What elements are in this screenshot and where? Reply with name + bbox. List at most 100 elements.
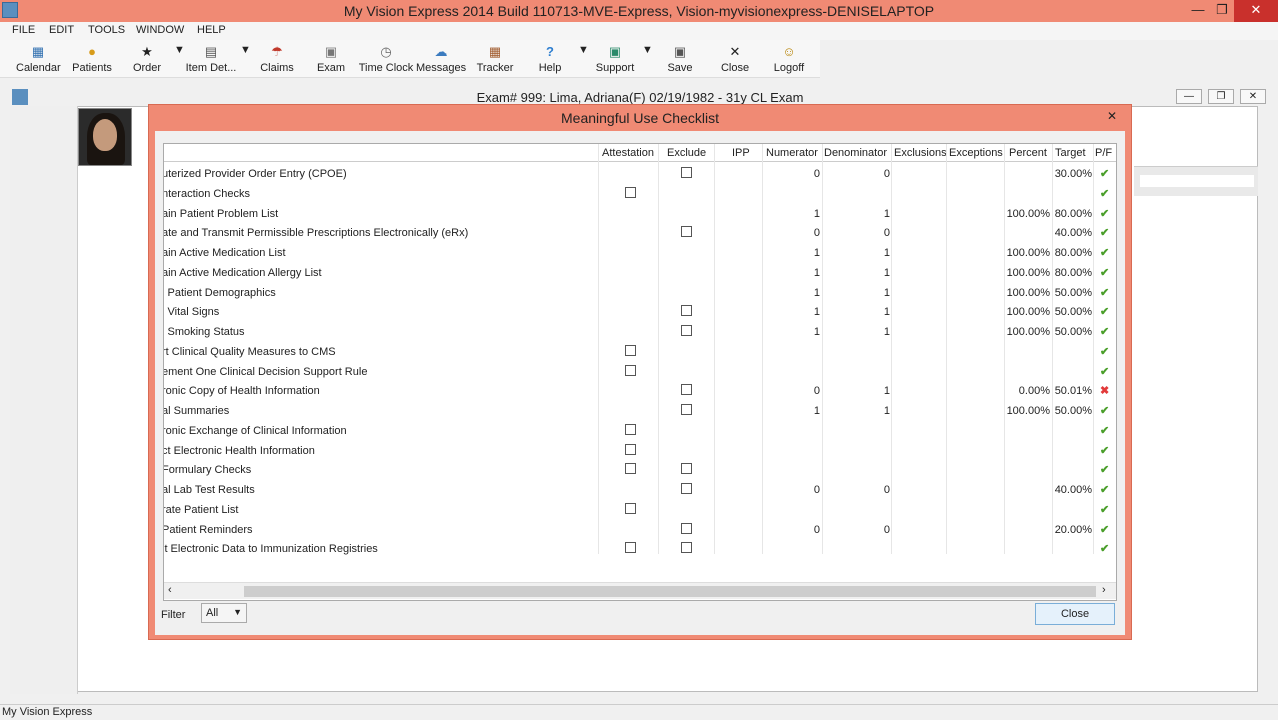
menu-window[interactable]: WINDOW (136, 24, 184, 36)
exam-close-icon[interactable]: ✕ (1240, 89, 1266, 104)
exam-right-field[interactable] (1140, 175, 1254, 187)
table-row[interactable]: ain Active Medication Allergy List 1 1 100.… (164, 263, 1116, 283)
exclude-checkbox[interactable] (681, 483, 692, 494)
col-pf[interactable]: P/F (1095, 147, 1112, 159)
col-percent[interactable]: Percent (1009, 147, 1047, 159)
toolbar-item-detail-button[interactable]: ▤ Item Det... (184, 44, 238, 74)
table-row[interactable]: uterized Provider Order Entry (CPOE) 0 0 30… (164, 164, 1116, 184)
col-denominator[interactable]: Denominator (824, 147, 887, 159)
table-row[interactable]: rate Patient List ✔ (164, 500, 1116, 520)
restore-icon[interactable]: ❐ (1210, 0, 1234, 22)
table-row[interactable]: ate and Transmit Permissible Prescriptio… (164, 223, 1116, 243)
attestation-checkbox[interactable] (625, 186, 636, 198)
exclude-checkbox[interactable] (681, 463, 692, 475)
toolbar-time-clock-button[interactable]: ◷ Time Clock (358, 44, 414, 74)
table-row[interactable]: it Electronic Data to Immunization Regis… (164, 539, 1116, 559)
toolbar-exam-button[interactable]: ▣ Exam (314, 44, 348, 74)
col-exclusions[interactable]: Exclusions (894, 147, 947, 159)
window-close-icon[interactable]: ✕ (1234, 0, 1278, 22)
exclude-checkbox[interactable] (681, 404, 692, 415)
menu-edit[interactable]: EDIT (49, 24, 74, 36)
row-percent: 100.00% (1006, 247, 1050, 259)
dialog-close-icon[interactable]: ✕ (1099, 107, 1125, 125)
support-dropdown-icon[interactable]: ▼ (642, 44, 653, 56)
row-measure-name: al Lab Test Results (163, 484, 255, 496)
row-target: 50.00% (1054, 286, 1092, 299)
col-exclude[interactable]: Exclude (667, 147, 706, 159)
menu-tools[interactable]: TOOLS (88, 24, 125, 36)
table-row[interactable]: ronic Exchange of Clinical Information ✔ (164, 421, 1116, 441)
table-row[interactable]: ain Active Medication List 1 1 100.00% 80.00… (164, 243, 1116, 263)
menu-file[interactable]: FILE (12, 24, 35, 36)
toolbar-patients-button[interactable]: ● Patients (70, 44, 114, 74)
scroll-left-icon[interactable]: ‹ (168, 584, 172, 596)
claims-icon: ☂ (271, 44, 283, 59)
toolbar-label: Order (132, 62, 162, 74)
col-target[interactable]: Target (1055, 147, 1086, 159)
table-row[interactable]: l Smoking Status 1 1 100.00% 50.00% ✔ (164, 322, 1116, 342)
row-percent: 100.00% (1006, 286, 1050, 299)
toolbar-tracker-button[interactable]: ▦ Tracker (476, 44, 514, 74)
table-row[interactable]: l Patient Demographics 1 1 100.00% 50.00% ✔ (164, 283, 1116, 303)
table-row[interactable]: al Lab Test Results 0 0 40.00% ✔ (163, 480, 1116, 500)
row-denominator: 1 (883, 207, 890, 220)
attestation-checkbox[interactable] (625, 364, 636, 376)
table-row[interactable]: l Vital Signs 1 1 100.00% 50.00% ✔ (164, 302, 1116, 322)
item-detail-dropdown-icon[interactable]: ▼ (240, 44, 251, 56)
toolbar-close-button[interactable]: ✕ Close (720, 44, 750, 74)
attestation-checkbox[interactable] (625, 423, 636, 435)
attestation-checkbox[interactable] (625, 502, 636, 514)
col-numerator[interactable]: Numerator (766, 147, 818, 159)
col-attestation[interactable]: Attestation (602, 147, 654, 159)
patients-icon: ● (88, 44, 96, 59)
toolbar-save-button[interactable]: ▣ Save (666, 44, 694, 74)
status-text: My Vision Express (2, 706, 93, 718)
attestation-checkbox[interactable] (625, 443, 636, 455)
table-row[interactable]: ain Patient Problem List 1 1 100.00% 80.00% ✔ (164, 204, 1116, 224)
exclude-checkbox[interactable] (681, 305, 692, 317)
row-measure-name: Patient Reminders (163, 523, 253, 536)
toolbar-label: Close (720, 62, 750, 74)
toolbar-logoff-button[interactable]: ☺ Logoff (772, 44, 806, 74)
exclude-checkbox[interactable] (681, 542, 692, 554)
dialog-close-button[interactable]: Close (1035, 603, 1115, 625)
exclude-checkbox[interactable] (681, 226, 692, 238)
table-row[interactable]: rt Clinical Quality Measures to CMS ✔ (164, 342, 1116, 362)
exclude-checkbox[interactable] (681, 522, 692, 534)
filter-select[interactable]: All ▼ (201, 603, 247, 623)
col-ipp[interactable]: IPP (732, 147, 750, 159)
exclude-checkbox[interactable] (681, 384, 692, 396)
col-exceptions[interactable]: Exceptions (949, 147, 1003, 159)
exam-restore-icon[interactable]: ❐ (1208, 89, 1234, 104)
toolbar-messages-button[interactable]: ☁ Messages (416, 44, 466, 74)
toolbar-help-button[interactable]: ? Help (536, 44, 564, 74)
minimize-icon[interactable]: — (1186, 0, 1210, 22)
exclude-checkbox[interactable] (681, 167, 692, 178)
exclude-checkbox[interactable] (681, 325, 692, 336)
pass-checkmark-icon: ✔ (1100, 187, 1110, 200)
toolbar-calendar-button[interactable]: ▦ Calendar (16, 44, 61, 74)
table-row[interactable]: ct Electronic Health Information ✔ (164, 441, 1116, 461)
toolbar-support-button[interactable]: ▣ Support (594, 44, 636, 74)
toolbar-claims-button[interactable]: ☂ Claims (258, 44, 296, 74)
toolbar-order-button[interactable]: ★ Order (130, 44, 164, 74)
chevron-down-icon: ▼ (233, 607, 242, 617)
scrollbar-thumb[interactable] (244, 586, 1096, 597)
toolbar-label: Tracker (476, 62, 514, 74)
fail-x-icon: ✖ (1100, 385, 1110, 398)
table-row[interactable]: Formulary Checks ✔ (164, 460, 1116, 480)
attestation-checkbox[interactable] (625, 463, 636, 475)
attestation-checkbox[interactable] (625, 344, 636, 356)
exam-minimize-icon[interactable]: — (1176, 89, 1202, 104)
help-dropdown-icon[interactable]: ▼ (578, 44, 589, 56)
table-row[interactable]: al Summaries 1 1 100.00% 50.00% ✔ (164, 401, 1116, 421)
attestation-checkbox[interactable] (625, 542, 636, 554)
menu-help[interactable]: HELP (197, 24, 226, 36)
table-row[interactable]: nteraction Checks ✔ (164, 184, 1116, 204)
scroll-right-icon[interactable]: › (1102, 584, 1106, 596)
horizontal-scrollbar[interactable]: ‹ › (164, 582, 1116, 599)
table-row[interactable]: ronic Copy of Health Information 0 1 0.00% 5… (164, 381, 1116, 401)
row-target: 80.00% (1054, 247, 1092, 259)
table-row[interactable]: Patient Reminders 0 0 20.00% ✔ (163, 520, 1116, 540)
table-row[interactable]: ement One Clinical Decision Support Rule… (164, 362, 1116, 382)
